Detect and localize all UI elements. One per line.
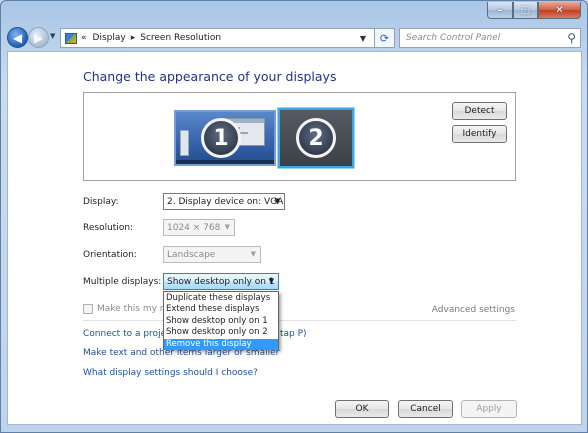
- primary-display-option: Make this my ma: [83, 304, 174, 314]
- address-dropdown-chevron-icon[interactable]: ▼: [360, 34, 366, 43]
- dropdown-option-extend[interactable]: Extend these displays: [164, 304, 278, 315]
- chevron-down-icon: ▼: [274, 197, 280, 205]
- section-divider: [83, 320, 516, 321]
- chevron-down-icon: ▼: [224, 223, 230, 231]
- multiple-displays-label: Multiple displays:: [83, 277, 162, 287]
- detect-button[interactable]: Detect: [452, 102, 507, 120]
- page-title: Change the appearance of your displays: [83, 69, 337, 84]
- forward-button[interactable]: ▶: [28, 27, 49, 48]
- ok-button[interactable]: OK: [335, 400, 389, 418]
- search-input[interactable]: Search Control Panel ⚲: [399, 28, 581, 48]
- minimize-button[interactable]: –: [487, 2, 513, 19]
- content-pane: Change the appearance of your displays 1…: [7, 51, 582, 425]
- back-button[interactable]: ◀: [7, 27, 28, 48]
- desktop-sidebar-thumbnail: [180, 130, 189, 156]
- multiple-displays-select[interactable]: Show desktop only on 1 ▼: [163, 273, 279, 290]
- cancel-button[interactable]: Cancel: [398, 400, 453, 418]
- apply-button[interactable]: Apply: [461, 400, 517, 418]
- navigation-bar: ◀ ▶ ▼ « Display ▸ Screen Resolution ▼ ⟳ …: [7, 26, 583, 48]
- orientation-select[interactable]: Landscape ▼: [163, 246, 261, 263]
- orientation-label: Orientation:: [83, 250, 137, 260]
- resolution-select[interactable]: 1024 × 768 ▼: [163, 219, 235, 236]
- recent-pages-chevron-icon[interactable]: ▼: [50, 32, 55, 40]
- address-bar[interactable]: « Display ▸ Screen Resolution ▼: [60, 28, 395, 48]
- monitor-2-badge: 2: [296, 118, 336, 158]
- primary-display-checkbox[interactable]: [83, 304, 93, 314]
- chevron-down-icon: ▼: [268, 277, 274, 285]
- connect-projector-link[interactable]: Connect to a projec: [83, 329, 171, 339]
- dropdown-option-only-2[interactable]: Show desktop only on 2: [164, 327, 278, 338]
- advanced-settings-link[interactable]: Advanced settings: [432, 305, 515, 315]
- monitor-1-badge: 1: [201, 118, 241, 158]
- breadcrumb-arrow-icon[interactable]: ▸: [131, 33, 136, 43]
- breadcrumb-overflow[interactable]: «: [81, 33, 87, 43]
- connect-projector-link-tail[interactable]: tap P): [280, 329, 307, 339]
- resolution-label: Resolution:: [83, 223, 134, 233]
- caption-buttons: – □ ✕: [487, 2, 581, 19]
- display-label: Display:: [83, 197, 119, 207]
- display-arrangement-area: 1 2 Detect Identify: [83, 92, 516, 181]
- monitor-2-thumbnail[interactable]: 2: [278, 108, 354, 168]
- control-panel-icon: [65, 32, 77, 44]
- chevron-down-icon: ▼: [250, 250, 256, 258]
- display-help-link[interactable]: What display settings should I choose?: [83, 368, 258, 378]
- multiple-displays-dropdown: Duplicate these displays Extend these di…: [163, 291, 279, 350]
- breadcrumb-screen-resolution[interactable]: Screen Resolution: [140, 33, 221, 43]
- taskbar-thumbnail: [176, 160, 274, 164]
- dropdown-option-duplicate[interactable]: Duplicate these displays: [164, 293, 278, 304]
- refresh-icon[interactable]: ⟳: [374, 28, 395, 48]
- search-icon[interactable]: ⚲: [567, 31, 576, 45]
- window-frame: – □ ✕ ◀ ▶ ▼ « Display ▸ Screen Resolutio…: [0, 0, 588, 433]
- dropdown-option-remove[interactable]: Remove this display: [164, 338, 278, 350]
- breadcrumb-display[interactable]: Display: [93, 33, 126, 43]
- maximize-button[interactable]: □: [513, 2, 538, 19]
- close-button[interactable]: ✕: [538, 2, 581, 19]
- monitor-1-thumbnail[interactable]: 1: [174, 110, 276, 166]
- display-select[interactable]: 2. Display device on: VGA ▼: [163, 193, 285, 210]
- identify-button[interactable]: Identify: [452, 125, 507, 143]
- dropdown-option-only-1[interactable]: Show desktop only on 1: [164, 316, 278, 327]
